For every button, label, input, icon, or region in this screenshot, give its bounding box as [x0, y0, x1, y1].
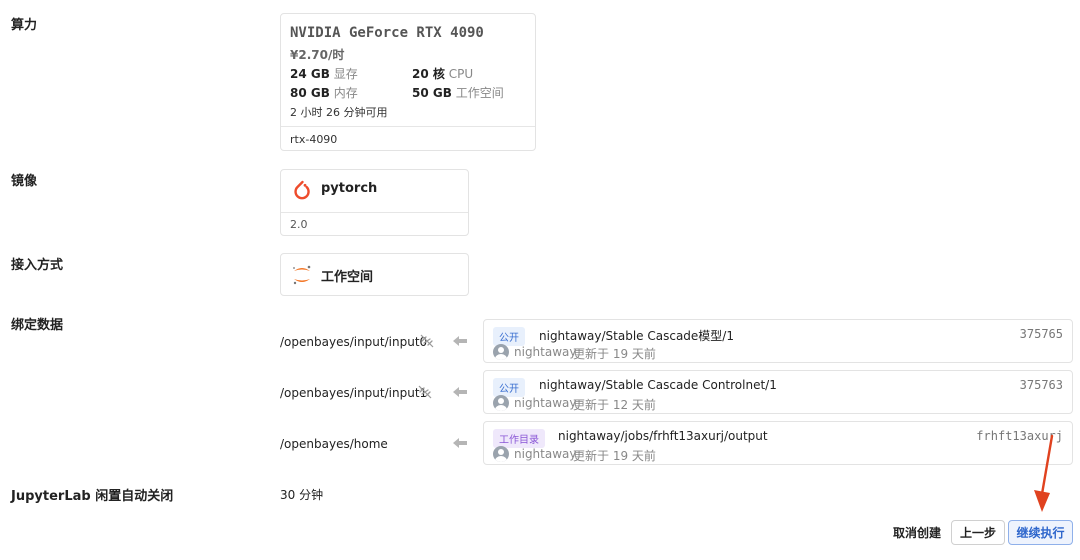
disk-unit: 工作空间	[455, 86, 504, 100]
gpu-mem-value: 24 GB	[290, 67, 330, 81]
gpu-card[interactable]: NVIDIA GeForce RTX 4090 ¥2.70/时 24 GB 显存…	[280, 13, 536, 151]
dataset-name: nightaway/Stable Cascade模型/1	[539, 329, 734, 343]
binding-path-input0: /openbayes/input/input0	[280, 335, 428, 349]
dataset-id: 375765	[1019, 327, 1063, 341]
dataset-id: 375763	[1019, 378, 1063, 392]
dataset-name: nightaway/Stable Cascade Controlnet/1	[539, 378, 777, 392]
dataset-owner: nightaway	[514, 396, 577, 410]
access-label: 接入方式	[11, 258, 64, 273]
jupyter-icon	[290, 263, 314, 287]
unlink-icon[interactable]	[419, 333, 435, 349]
binding-path-input1: /openbayes/input/input1	[280, 386, 428, 400]
arrow-left-icon	[452, 385, 468, 399]
bindings-label: 绑定数据	[11, 318, 64, 333]
gpu-availability: 2 小时 26 分钟可用	[290, 106, 388, 119]
mem-unit: 内存	[333, 86, 358, 100]
unlink-icon[interactable]	[417, 384, 433, 400]
output-updated: 更新于 19 天前	[573, 449, 656, 463]
dataset-card[interactable]: 公开 nightaway/Stable Cascade模型/1 375765 n…	[483, 319, 1073, 363]
idle-label: JupyterLab 闲置自动关闭	[11, 489, 174, 504]
disk-value: 50 GB	[412, 86, 452, 100]
dataset-updated: 更新于 19 天前	[573, 347, 656, 361]
dataset-owner: nightaway	[514, 345, 577, 359]
idle-value[interactable]: 30 分钟	[280, 486, 323, 503]
output-name: nightaway/jobs/frhft13axurj/output	[558, 429, 768, 443]
output-owner: nightaway	[514, 447, 577, 461]
gpu-price: ¥2.70/时	[290, 48, 345, 62]
previous-step-button[interactable]: 上一步	[951, 520, 1005, 545]
public-badge: 公开	[493, 378, 525, 397]
pytorch-icon	[290, 179, 314, 203]
output-card[interactable]: 工作目录 nightaway/jobs/frhft13axurj/output …	[483, 421, 1073, 465]
continue-button[interactable]: 继续执行	[1008, 520, 1073, 545]
arrow-left-icon	[452, 436, 468, 450]
image-version: 2.0	[290, 218, 308, 231]
avatar	[493, 395, 509, 411]
arrow-left-icon	[452, 334, 468, 348]
avatar	[493, 344, 509, 360]
access-name: 工作空间	[321, 270, 374, 285]
gpu-name: NVIDIA GeForce RTX 4090	[290, 25, 484, 41]
cancel-create-button[interactable]: 取消创建	[888, 520, 946, 545]
dataset-updated: 更新于 12 天前	[573, 398, 656, 412]
binding-path-home: /openbayes/home	[280, 437, 388, 451]
compute-label: 算力	[11, 18, 38, 33]
image-card[interactable]: pytorch 2.0	[280, 169, 469, 236]
access-card[interactable]: 工作空间	[280, 253, 469, 296]
mem-value: 80 GB	[290, 86, 330, 100]
cpu-value: 20 核	[412, 67, 445, 81]
image-label: 镜像	[11, 174, 38, 189]
cpu-unit: CPU	[448, 67, 474, 81]
dataset-card[interactable]: 公开 nightaway/Stable Cascade Controlnet/1…	[483, 370, 1073, 414]
public-badge: 公开	[493, 327, 525, 346]
image-name: pytorch	[321, 181, 378, 196]
avatar	[493, 446, 509, 462]
annotation-arrow-icon	[1030, 432, 1060, 514]
gpu-mem-unit: 显存	[333, 67, 358, 81]
gpu-slug: rtx-4090	[290, 133, 338, 146]
